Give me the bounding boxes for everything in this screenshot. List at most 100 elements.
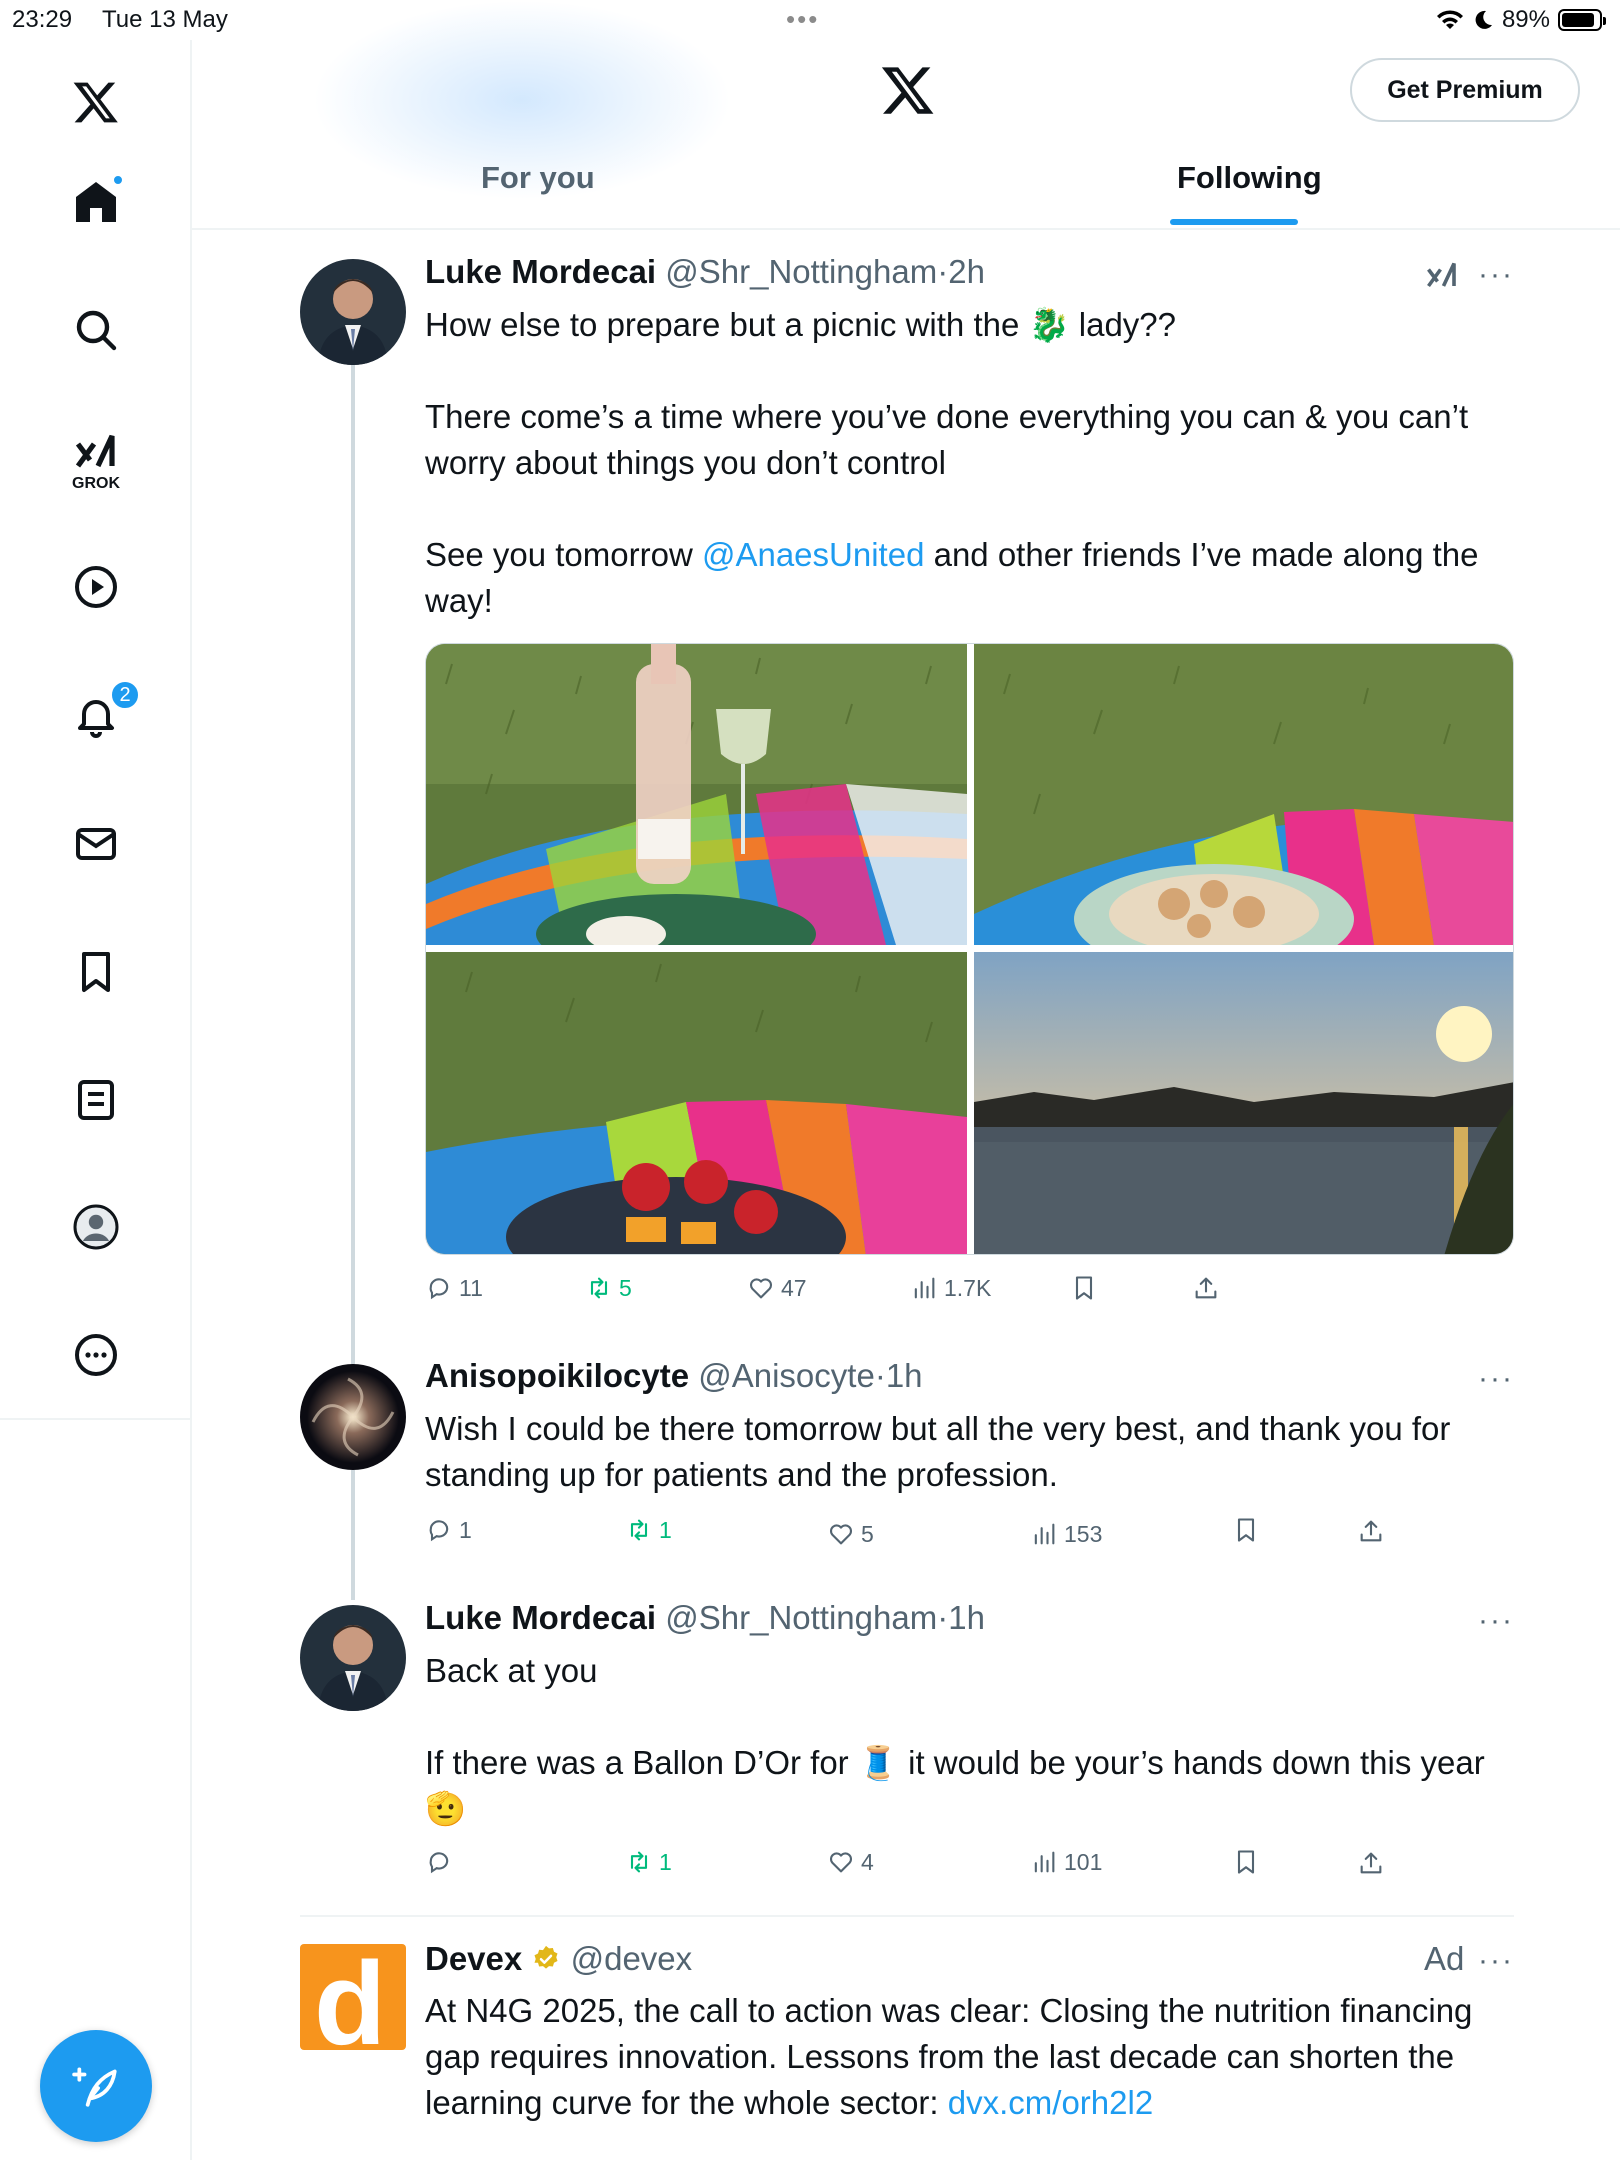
photo-river-sunset[interactable] [974,952,1513,1254]
author-name[interactable]: Anisopoikilocyte [425,1357,689,1394]
reply-count: 1 [459,1516,472,1543]
tab-for-you[interactable]: For you [481,160,595,196]
grok-icon[interactable]: GROK [64,425,128,492]
bookmark-button[interactable] [1070,1274,1098,1302]
avatar[interactable] [300,259,406,365]
mention-link[interactable]: @AnaesUnited [702,536,924,573]
share-button[interactable] [1357,1848,1387,1878]
verified-gold-badge-icon [534,1945,558,1969]
avatar[interactable] [300,1364,406,1470]
repost-button[interactable]: 1 [625,1516,672,1544]
post-text: At N4G 2025, the call to action was clea… [425,1988,1515,2126]
video-play-icon[interactable] [64,555,128,619]
post-more-icon[interactable]: ··· [1478,1604,1514,1638]
author-name[interactable]: Devex [425,1940,522,1977]
post-more-icon[interactable]: ··· [1478,1944,1514,1978]
photo-chicken-salad[interactable] [974,644,1513,945]
reply-button[interactable]: 1 [425,1516,472,1544]
post-time[interactable]: 1h [948,1599,985,1636]
bookmark-icon[interactable] [64,940,128,1004]
like-button[interactable]: 4 [827,1848,874,1876]
author-handle[interactable]: @devex [571,1940,693,1977]
multitasking-dots-icon[interactable]: ••• [786,4,819,35]
photo-strawberries[interactable] [426,952,967,1254]
share-button[interactable] [1357,1516,1387,1546]
author-name[interactable]: Luke Mordecai [425,253,656,290]
repost-count: 1 [659,1516,672,1543]
post-header: Luke Mordecai @Shr_Nottingham·2h [425,253,985,291]
bookmark-icon [1237,1518,1255,1542]
reply-button[interactable] [425,1848,459,1876]
author-handle[interactable]: @Shr_Nottingham [665,1599,937,1636]
bookmark-icon [1237,1850,1255,1874]
ad-link[interactable]: dvx.cm/orh2l2 [948,2084,1153,2121]
x-logo-icon[interactable] [64,70,128,134]
home-icon[interactable] [64,170,128,234]
timeline-header: Get Premium For you Following [192,0,1620,230]
post-text-line: If there was a Ballon D’Or for [425,1744,858,1781]
repost-icon [630,1851,648,1873]
photo-wine-picnic[interactable] [426,644,967,945]
bookmark-button[interactable] [1232,1516,1260,1544]
views-button[interactable]: 101 [1030,1848,1102,1876]
share-button[interactable] [1192,1274,1220,1302]
thread-connector [351,1470,355,1600]
active-tab-indicator [1170,219,1298,225]
bookmark-icon [1075,1276,1093,1300]
like-button[interactable]: 47 [747,1274,807,1302]
post-time[interactable]: 1h [886,1357,923,1394]
post-actions: 1 1 5 153 [425,1516,1325,1556]
reply-icon [429,1852,449,1874]
salute-emoji: 🫡 [425,1790,467,1827]
reply-button[interactable]: 11 [425,1274,483,1302]
profile-avatar-icon[interactable] [64,1195,128,1259]
devex-logo-letter: d [314,1944,387,2050]
views-chart-icon [1034,1851,1055,1873]
x-logo-icon[interactable] [880,62,936,118]
devex-avatar[interactable]: d [300,1944,406,2050]
author-handle[interactable]: @Shr_Nottingham [665,253,937,290]
like-count: 5 [861,1520,874,1547]
bookmark-button[interactable] [1232,1848,1260,1876]
lists-icon[interactable] [64,1068,128,1132]
compose-post-button[interactable] [40,2030,152,2142]
tab-following[interactable]: Following [1177,160,1322,196]
author-handle[interactable]: @Anisocyte [698,1357,875,1394]
post-header: Devex @devex [425,1940,692,1978]
notifications-bell-icon[interactable]: 2 [64,680,140,748]
repost-button[interactable]: 1 [625,1848,672,1876]
reply-icon [429,1278,449,1300]
repost-count: 5 [619,1274,632,1301]
status-time: 23:29 [12,6,73,33]
views-button[interactable]: 153 [1030,1520,1102,1548]
post-more-icon[interactable]: ··· [1478,1362,1514,1396]
separator-dot: · [874,1357,886,1394]
battery-icon [1558,9,1606,31]
like-button[interactable]: 5 [827,1520,874,1548]
status-bar: 23:29 Tue 13 May ••• 89% [0,0,1620,40]
avatar[interactable] [300,1605,406,1711]
post-more-icon[interactable]: ··· [1478,258,1514,292]
more-options-icon[interactable] [64,1323,128,1387]
messages-envelope-icon[interactable] [64,812,128,876]
notifications-badge: 2 [110,680,140,710]
repost-button[interactable]: 5 [585,1274,632,1302]
reply-icon [429,1520,449,1542]
post-time[interactable]: 2h [948,253,985,290]
repost-count: 1 [659,1848,672,1875]
ad-label: Ad [1424,1940,1465,1977]
share-icon [1195,1277,1217,1299]
wifi-icon [1436,10,1463,29]
heart-icon [749,1278,773,1299]
author-name[interactable]: Luke Mordecai [425,1599,656,1636]
grok-explain-icon[interactable] [1424,256,1460,292]
search-icon[interactable] [64,298,128,362]
get-premium-button[interactable]: Get Premium [1350,58,1580,122]
post-text-line: it would be your’s hands down this year [898,1744,1485,1781]
thread-connector [351,365,355,1365]
compose-feather-icon [72,2067,117,2107]
views-button[interactable]: 1.7K [910,1274,991,1302]
post-text: Back at you If there was a Ballon D’Or f… [425,1648,1515,1832]
post-header: Luke Mordecai @Shr_Nottingham·1h [425,1599,985,1637]
thread-spool-emoji: 🧵 [857,1744,899,1781]
